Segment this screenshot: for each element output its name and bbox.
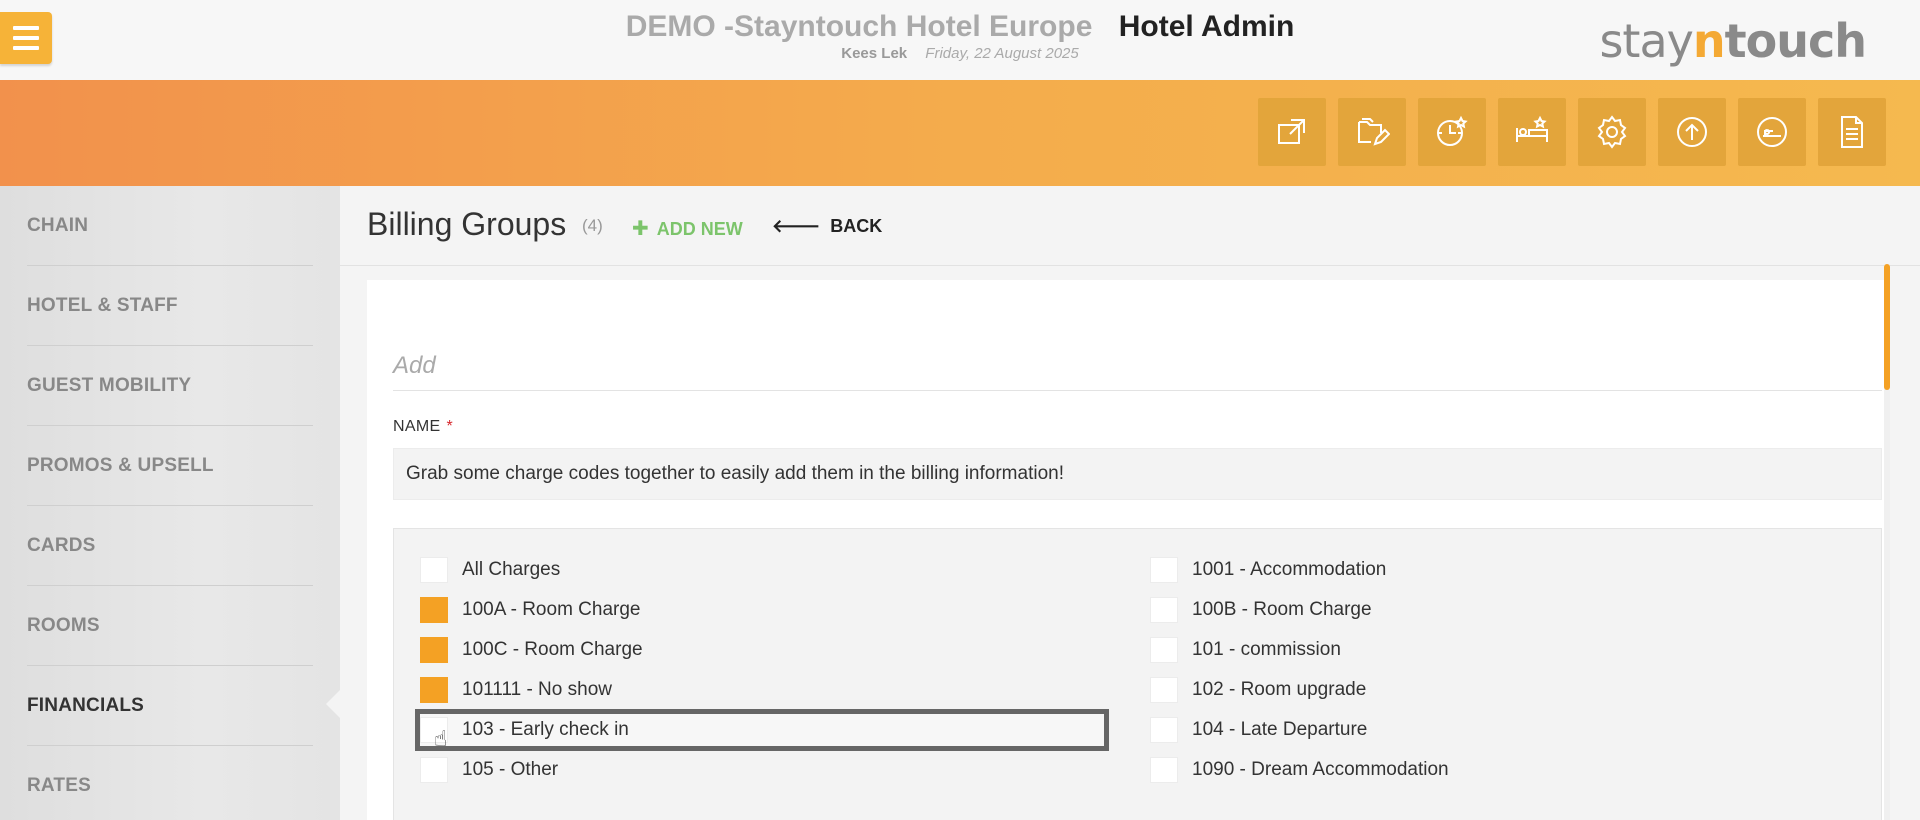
hand-cursor-icon: ☝ [434, 726, 448, 751]
external-link-button[interactable] [1258, 98, 1326, 166]
checkbox[interactable] [420, 597, 448, 623]
action-banner [0, 80, 1920, 186]
checkbox[interactable] [420, 557, 448, 583]
clock-star-button[interactable] [1418, 98, 1486, 166]
charge-code-item-focused[interactable]: 103 - Early check in [415, 709, 1109, 751]
main-header: Billing Groups (4) ✚ ADD NEW 🡐 BACK [340, 186, 1920, 266]
sidebar-item-guest-mobility[interactable]: GUEST MOBILITY [27, 346, 313, 426]
charge-codes-list: All Charges 100A - Room Charge 100C - Ro… [393, 528, 1882, 820]
external-link-icon [1278, 119, 1305, 144]
charge-code-item[interactable]: 1090 - Dream Accommodation [1150, 753, 1449, 787]
bed-star-button[interactable] [1498, 98, 1566, 166]
charge-code-item[interactable]: 100A - Room Charge [420, 593, 641, 627]
sidebar-item-label: PROMOS & UPSELL [27, 454, 214, 476]
back-button[interactable]: 🡐 BACK [772, 216, 882, 237]
folder-edit-button[interactable] [1338, 98, 1406, 166]
billing-group-count: (4) [582, 216, 603, 235]
charge-code-item[interactable]: 100B - Room Charge [1150, 593, 1372, 627]
sidebar-item-label: FINANCIALS [27, 694, 145, 716]
folder-edit-icon [1358, 118, 1390, 146]
sidebar-item-rates[interactable]: RATES [27, 746, 313, 820]
gear-icon [1597, 115, 1627, 149]
divider [393, 390, 1882, 391]
name-field[interactable]: Grab some charge codes together to easil… [393, 448, 1882, 500]
sidebar: CHAIN HOTEL & STAFF GUEST MOBILITY PROMO… [0, 186, 340, 820]
charge-code-item[interactable]: 100C - Room Charge [420, 633, 643, 667]
sidebar-item-financials[interactable]: FINANCIALS [27, 666, 313, 746]
current-date: Friday, 22 August 2025 [925, 45, 1079, 62]
sidebar-item-chain[interactable]: CHAIN [27, 186, 313, 266]
charge-code-item[interactable]: 102 - Room upgrade [1150, 673, 1366, 707]
document-icon [1841, 116, 1863, 148]
hotel-name: DEMO -Stayntouch Hotel Europe [625, 10, 1093, 43]
name-label: NAME * [393, 418, 453, 435]
sidebar-item-label: RATES [27, 775, 91, 796]
document-button[interactable] [1818, 98, 1886, 166]
admin-title: Hotel Admin [1118, 10, 1295, 43]
sidebar-item-hotel-staff[interactable]: HOTEL & STAFF [27, 266, 313, 346]
stayntouch-logo: stayntouch [1599, 14, 1867, 68]
add-billing-group-panel: Add NAME * Grab some charge codes togethe… [367, 280, 1886, 820]
page-title: Billing Groups [367, 206, 567, 242]
sidebar-item-promos-upsell[interactable]: PROMOS & UPSELL [27, 426, 313, 506]
upload-icon [1677, 117, 1707, 147]
charge-code-item[interactable]: 101111 - No show [420, 673, 612, 707]
charge-code-item[interactable]: 1001 - Accommodation [1150, 553, 1386, 587]
panel-title: Add [393, 352, 436, 379]
sidebar-item-rooms[interactable]: ROOMS [27, 586, 313, 666]
guest-icon [1757, 117, 1787, 147]
active-indicator-arrow [326, 690, 340, 718]
sidebar-item-label: CHAIN [27, 214, 89, 236]
checkbox[interactable] [420, 637, 448, 663]
checkbox[interactable] [420, 677, 448, 703]
required-mark: * [446, 418, 453, 435]
checkbox[interactable] [420, 757, 448, 783]
checkbox[interactable] [1150, 637, 1178, 663]
banner-actions [1258, 98, 1886, 166]
checkbox[interactable] [1150, 557, 1178, 583]
sidebar-item-label: GUEST MOBILITY [27, 374, 192, 396]
checkbox[interactable] [1150, 717, 1178, 743]
bed-star-icon [1516, 115, 1548, 142]
checkbox[interactable] [1150, 757, 1178, 783]
user-name: Kees Lek [841, 45, 908, 62]
guest-button[interactable] [1738, 98, 1806, 166]
sidebar-item-label: ROOMS [27, 614, 100, 636]
settings-button[interactable] [1578, 98, 1646, 166]
sidebar-item-cards[interactable]: CARDS [27, 506, 313, 586]
checkbox[interactable] [1150, 597, 1178, 623]
arrow-left-icon: 🡐 [772, 216, 821, 236]
add-new-button[interactable]: ✚ ADD NEW [632, 216, 743, 241]
charge-code-item[interactable]: All Charges [420, 553, 560, 587]
charge-code-item[interactable]: 104 - Late Departure [1150, 713, 1367, 747]
top-bar: DEMO -Stayntouch Hotel Europe Hotel Admi… [0, 0, 1920, 80]
charge-code-item[interactable]: 105 - Other [420, 753, 558, 787]
checkbox[interactable] [1150, 677, 1178, 703]
plus-icon: ✚ [632, 218, 649, 240]
sidebar-item-label: CARDS [27, 534, 96, 556]
sidebar-item-label: HOTEL & STAFF [27, 294, 178, 316]
clock-star-icon [1437, 115, 1468, 146]
scrollbar-thumb[interactable] [1884, 264, 1890, 390]
charge-code-item[interactable]: 101 - commission [1150, 633, 1341, 667]
upload-button[interactable] [1658, 98, 1726, 166]
